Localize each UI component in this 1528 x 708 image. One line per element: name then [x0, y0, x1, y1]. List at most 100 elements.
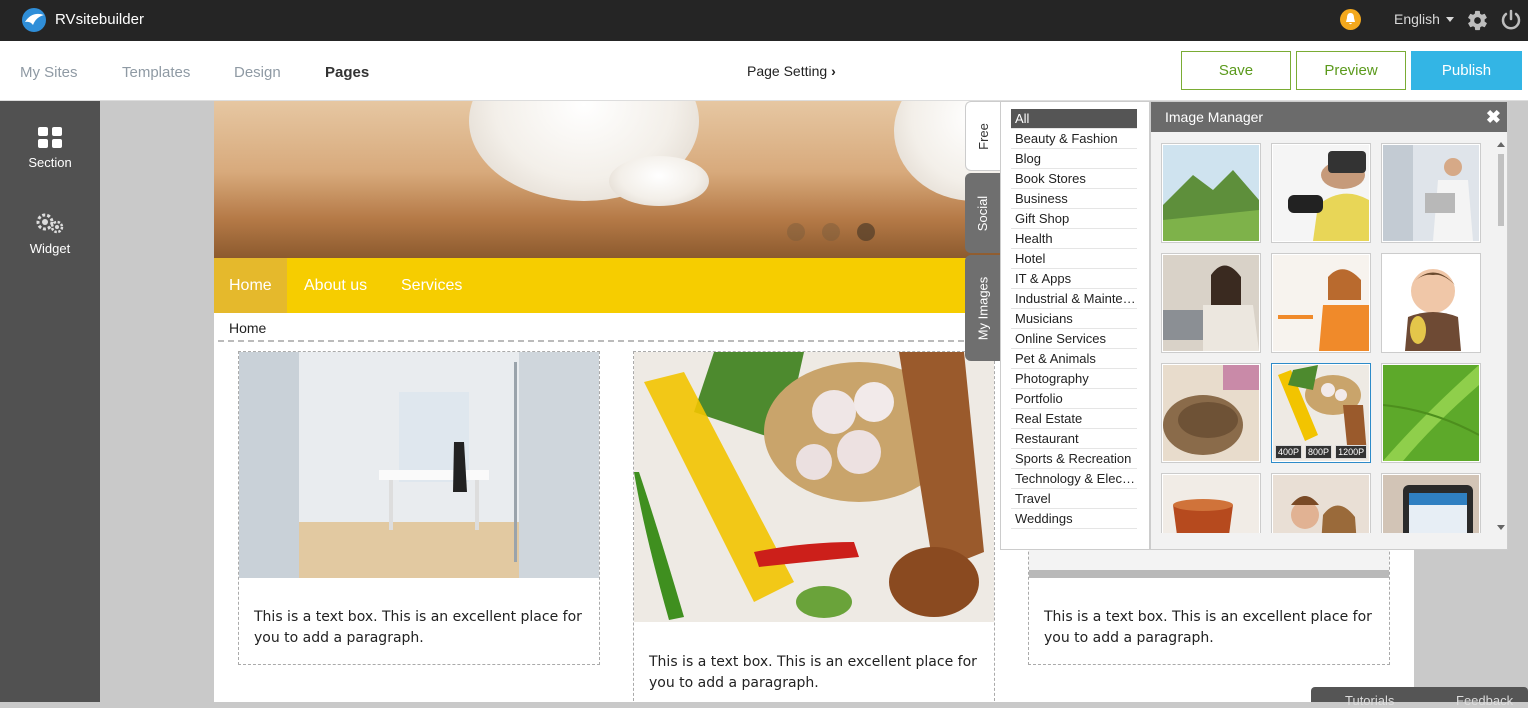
category-item[interactable]: Hotel — [1011, 249, 1137, 269]
language-selector[interactable]: English — [1394, 11, 1440, 27]
category-item[interactable]: Book Stores — [1011, 169, 1137, 189]
category-item[interactable]: Online Services — [1011, 329, 1137, 349]
menu-item-about[interactable]: About us — [289, 258, 382, 313]
category-item[interactable]: Technology & Electronics — [1011, 469, 1137, 489]
bell-icon[interactable] — [1340, 9, 1361, 30]
publish-button[interactable]: Publish — [1411, 51, 1522, 90]
image-manager-title: Image Manager — [1165, 109, 1264, 125]
category-item[interactable]: Travel — [1011, 489, 1137, 509]
green-leaf-image — [1382, 365, 1480, 461]
menu-item-home[interactable]: Home — [214, 258, 287, 313]
tab-label: Free — [975, 122, 991, 150]
category-item[interactable]: Musicians — [1011, 309, 1137, 329]
category-item[interactable]: Sports & Recreation — [1011, 449, 1137, 469]
sidebar-item-label: Widget — [29, 241, 71, 256]
card-text[interactable]: This is a text box. This is an excellent… — [649, 652, 989, 694]
scrollbar-thumb[interactable] — [1498, 154, 1504, 226]
menu-item-services[interactable]: Services — [386, 258, 477, 313]
content-card[interactable]: This is a text box. This is an excellent… — [238, 351, 600, 665]
image-thumbnail[interactable] — [1161, 473, 1261, 533]
image-thumbnail[interactable] — [1381, 363, 1481, 463]
breadcrumb: Home — [229, 320, 267, 336]
category-item[interactable]: Pet & Animals — [1011, 349, 1137, 369]
category-item[interactable]: Blog — [1011, 149, 1137, 169]
category-item[interactable]: Beauty & Fashion — [1011, 129, 1137, 149]
image-thumbnail[interactable] — [1161, 363, 1261, 463]
category-item[interactable]: Weddings — [1011, 509, 1137, 529]
tab-label: My Images — [975, 276, 991, 340]
help-strip: Tutorials Feedback — [1311, 687, 1528, 708]
category-item[interactable]: Photography — [1011, 369, 1137, 389]
page-setting-link[interactable]: Page Setting › — [747, 63, 836, 79]
save-button[interactable]: Save — [1181, 51, 1291, 90]
slider-dot[interactable] — [787, 223, 805, 241]
scroll-down-icon[interactable] — [1497, 525, 1505, 530]
category-item[interactable]: Gift Shop — [1011, 209, 1137, 229]
image-thumbnail[interactable] — [1161, 253, 1261, 353]
close-icon[interactable]: ✖ — [1486, 107, 1501, 128]
size-800-button[interactable]: 800P — [1305, 445, 1333, 459]
preview-button[interactable]: Preview — [1296, 51, 1406, 90]
category-item[interactable]: IT & Apps — [1011, 269, 1137, 289]
category-item[interactable]: All — [1011, 109, 1137, 129]
scroll-up-icon[interactable] — [1497, 142, 1505, 147]
logo-icon[interactable] — [20, 7, 48, 33]
size-1200-button[interactable]: 1200P — [1335, 445, 1368, 459]
sidebar-item-widget[interactable]: Widget — [0, 213, 100, 256]
slider-dot[interactable] — [822, 223, 840, 241]
card-text[interactable]: This is a text box. This is an excellent… — [1044, 607, 1384, 649]
office-image[interactable] — [239, 352, 599, 578]
category-item[interactable]: Real Estate — [1011, 409, 1137, 429]
chevron-right-icon: › — [831, 63, 836, 79]
tab-design[interactable]: Design — [234, 64, 281, 81]
image-thumbnail[interactable] — [1381, 253, 1481, 353]
chevron-down-icon[interactable] — [1446, 17, 1454, 22]
left-sidebar: Section Widget — [0, 101, 100, 702]
tab-social[interactable]: Social — [965, 173, 1000, 253]
feedback-link[interactable]: Feedback — [1456, 693, 1513, 708]
tab-free[interactable]: Free — [965, 101, 1000, 171]
size-400-button[interactable]: 400P — [1275, 445, 1303, 459]
category-item[interactable]: Health — [1011, 229, 1137, 249]
image-thumbnail-selected[interactable]: 400P 800P 1200P — [1271, 363, 1371, 463]
content-card[interactable]: This is a text box. This is an excellent… — [633, 351, 995, 702]
woman-pointing-image — [1273, 255, 1369, 351]
top-bar: RVsitebuilder English — [0, 0, 1528, 41]
image-grid-scrollbar[interactable] — [1496, 140, 1506, 530]
tab-label: Social — [975, 195, 991, 231]
tutorials-link[interactable]: Tutorials — [1345, 693, 1394, 708]
image-thumbnail[interactable] — [1271, 473, 1371, 533]
image-thumbnail[interactable] — [1381, 473, 1481, 533]
category-item[interactable]: Business — [1011, 189, 1137, 209]
image-manager-tabs: Free Social My Images — [965, 101, 1000, 361]
card-text[interactable]: This is a text box. This is an excellent… — [254, 607, 594, 649]
tab-templates[interactable]: Templates — [122, 64, 190, 81]
vr-gamer-image — [1273, 145, 1369, 241]
tea-image — [1163, 475, 1259, 533]
category-item[interactable]: Restaurant — [1011, 429, 1137, 449]
image-grid: 400P 800P 1200P — [1161, 143, 1491, 533]
page-setting-label: Page Setting — [747, 63, 828, 79]
image-thumbnail[interactable] — [1381, 143, 1481, 243]
tab-my-sites[interactable]: My Sites — [20, 64, 78, 81]
category-item[interactable]: Industrial & Maintenance — [1011, 289, 1137, 309]
slider-dot[interactable] — [857, 223, 875, 241]
tab-pages[interactable]: Pages — [325, 64, 369, 81]
server-room-image — [1383, 145, 1479, 241]
power-icon[interactable] — [1499, 8, 1523, 32]
woman-laptop-image — [1163, 255, 1259, 351]
vegetables-image[interactable] — [634, 352, 994, 622]
image-thumbnail[interactable] — [1271, 143, 1371, 243]
sidebar-item-label: Section — [28, 155, 72, 170]
tab-my-images[interactable]: My Images — [965, 255, 1000, 361]
size-options: 400P 800P 1200P — [1275, 445, 1368, 459]
sidebar-item-section[interactable]: Section — [0, 127, 100, 170]
category-item[interactable]: Portfolio — [1011, 389, 1137, 409]
image-manager-panel: Image Manager ✖ 400P 800P 1200P — [1150, 101, 1508, 550]
gear-icon[interactable] — [1466, 9, 1489, 32]
phone-image — [1383, 475, 1479, 533]
image-thumbnail[interactable] — [1161, 143, 1261, 243]
image-category-list: All Beauty & Fashion Blog Book Stores Bu… — [1000, 101, 1150, 550]
grid-icon — [38, 127, 62, 148]
image-thumbnail[interactable] — [1271, 253, 1371, 353]
